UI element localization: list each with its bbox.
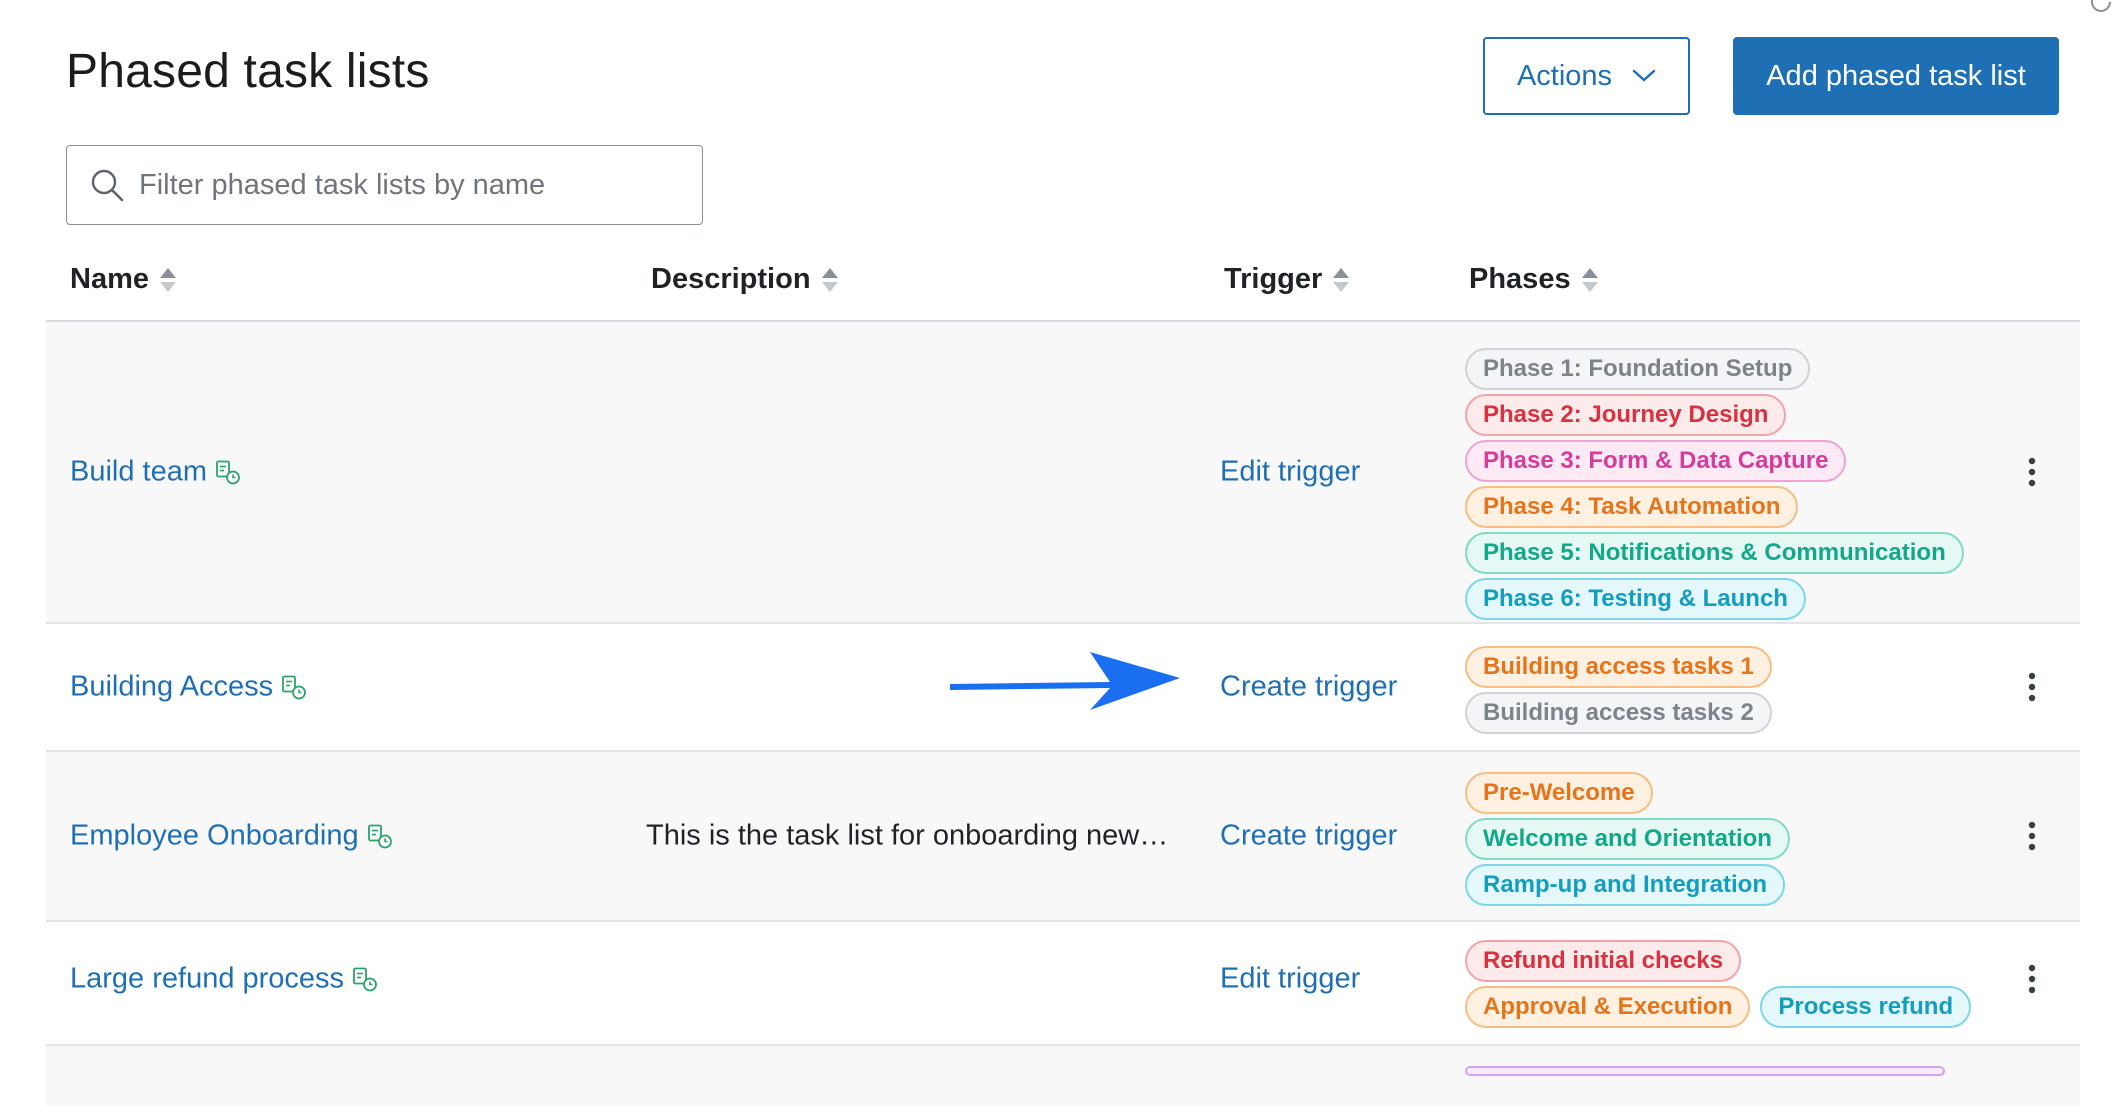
phase-tag: Phase 4: Task Automation bbox=[1465, 486, 1799, 528]
phase-tag: Building access tasks 1 bbox=[1465, 646, 1772, 688]
kebab-menu-icon[interactable] bbox=[2027, 963, 2037, 995]
phase-tag: Phase 5: Notifications & Communication bbox=[1465, 532, 1964, 574]
column-header-label: Description bbox=[651, 263, 811, 295]
add-phased-task-list-button[interactable]: Add phased task list bbox=[1733, 37, 2059, 115]
actions-button[interactable]: Actions bbox=[1483, 37, 1690, 115]
search-icon bbox=[89, 167, 125, 203]
table-row bbox=[46, 1046, 2080, 1106]
sort-icon[interactable] bbox=[821, 267, 839, 293]
task-list-description: This is the task list for onboarding new… bbox=[646, 819, 1169, 852]
task-list-name: Large refund process bbox=[70, 962, 345, 995]
phase-tags: Building access tasks 1 Building access … bbox=[1465, 646, 1772, 734]
task-list-name: Build team bbox=[70, 455, 208, 488]
kebab-menu-icon[interactable] bbox=[2027, 820, 2037, 852]
list-trigger-icon bbox=[215, 459, 241, 485]
annotation-arrow bbox=[940, 648, 1190, 717]
actions-button-label: Actions bbox=[1516, 59, 1613, 92]
task-list-name-link[interactable]: Building Access bbox=[70, 671, 307, 704]
chevron-down-icon bbox=[1632, 69, 1656, 83]
phase-tag: Building access tasks 2 bbox=[1465, 692, 1772, 734]
sort-icon[interactable] bbox=[159, 267, 177, 293]
phase-tag: Phase 1: Foundation Setup bbox=[1465, 348, 1811, 390]
phase-tags: Phase 1: Foundation Setup Phase 2: Journ… bbox=[1465, 348, 1964, 620]
edit-trigger-link[interactable]: Edit trigger bbox=[1220, 963, 1360, 996]
refresh-icon[interactable] bbox=[2088, 0, 2114, 19]
phase-tag: Welcome and Orientation bbox=[1465, 818, 1790, 860]
column-header-label: Name bbox=[70, 263, 149, 295]
phase-tags: Refund initial checks Approval & Executi… bbox=[1465, 940, 1972, 1028]
list-trigger-icon bbox=[281, 674, 307, 700]
edit-trigger-link[interactable]: Edit trigger bbox=[1220, 456, 1360, 489]
task-list-name-link[interactable]: Large refund process bbox=[70, 963, 378, 996]
phase-tags bbox=[1465, 1066, 1945, 1076]
column-header-trigger[interactable]: Trigger bbox=[1224, 263, 1350, 296]
list-trigger-icon bbox=[367, 823, 393, 849]
phase-tag: Phase 2: Journey Design bbox=[1465, 394, 1787, 436]
column-header-label: Trigger bbox=[1224, 263, 1323, 295]
table-row: Employee Onboarding This is the task lis… bbox=[46, 752, 2080, 922]
task-list-name: Building Access bbox=[70, 670, 274, 703]
table-row: Large refund process Edit trigger Refund… bbox=[46, 922, 2080, 1046]
sort-icon[interactable] bbox=[1581, 267, 1599, 293]
task-list-name-link[interactable]: Build team bbox=[70, 456, 241, 489]
phase-tags: Pre-Welcome Welcome and Orientation Ramp… bbox=[1465, 772, 1790, 906]
column-header-phases[interactable]: Phases bbox=[1469, 263, 1599, 296]
phase-tag: Refund initial checks bbox=[1465, 940, 1742, 982]
search-field[interactable] bbox=[66, 145, 703, 225]
task-list-name-link[interactable]: Employee Onboarding bbox=[70, 820, 393, 853]
create-trigger-link[interactable]: Create trigger bbox=[1220, 671, 1397, 704]
phase-tag bbox=[1465, 1066, 1945, 1076]
phase-tag: Ramp-up and Integration bbox=[1465, 864, 1785, 906]
list-trigger-icon bbox=[352, 966, 378, 992]
kebab-menu-icon[interactable] bbox=[2027, 456, 2037, 488]
page-title: Phased task lists bbox=[66, 45, 430, 98]
phase-tag: Process refund bbox=[1760, 986, 1972, 1028]
column-header-name[interactable]: Name bbox=[70, 263, 177, 296]
column-header-description[interactable]: Description bbox=[651, 263, 839, 296]
task-list-name: Employee Onboarding bbox=[70, 819, 359, 852]
search-input[interactable] bbox=[137, 167, 681, 203]
phase-tag: Approval & Execution bbox=[1465, 986, 1751, 1028]
sort-icon[interactable] bbox=[1332, 267, 1350, 293]
phase-tag: Phase 3: Form & Data Capture bbox=[1465, 440, 1847, 482]
phase-tag: Pre-Welcome bbox=[1465, 772, 1653, 814]
add-button-label: Add phased task list bbox=[1766, 59, 2026, 92]
phase-tag: Phase 6: Testing & Launch bbox=[1465, 578, 1806, 620]
create-trigger-link[interactable]: Create trigger bbox=[1220, 820, 1397, 853]
column-header-label: Phases bbox=[1469, 263, 1571, 295]
table-row: Build team Edit trigger Phase 1: Foundat… bbox=[46, 322, 2080, 624]
kebab-menu-icon[interactable] bbox=[2027, 671, 2037, 703]
